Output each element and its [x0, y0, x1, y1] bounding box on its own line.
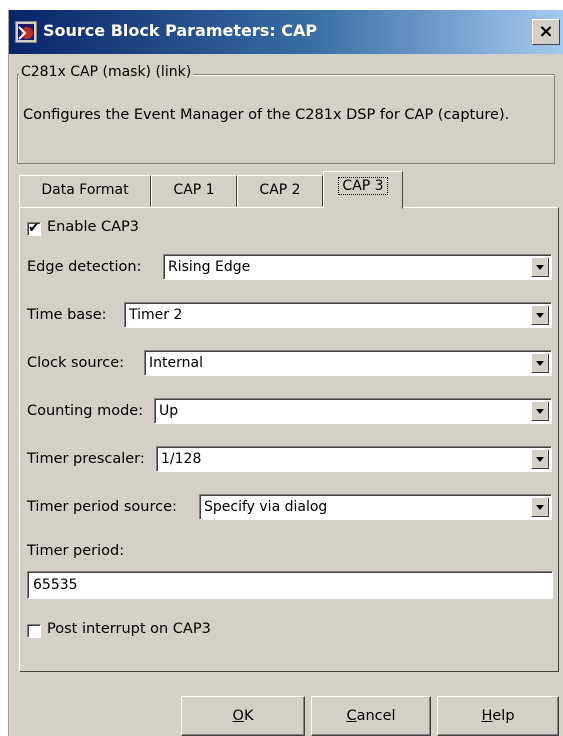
- enable-cap3-checkbox[interactable]: ✔: [27, 220, 41, 236]
- clock-source-label: Clock source:: [27, 355, 125, 371]
- tab-cap-1[interactable]: CAP 1: [151, 175, 237, 207]
- timer-prescaler-select[interactable]: 1/128: [156, 446, 552, 472]
- time-base-label: Time base:: [27, 307, 107, 323]
- clock-source-value: Internal: [149, 355, 203, 371]
- timer-period-value: 65535: [33, 577, 78, 593]
- edge-detection-label: Edge detection:: [27, 259, 142, 275]
- chevron-down-icon[interactable]: [531, 401, 549, 421]
- timer-period-label: Timer period:: [27, 543, 125, 559]
- help-label-rest: elp: [492, 708, 515, 724]
- chevron-down-icon[interactable]: [531, 449, 549, 469]
- clock-source-select[interactable]: Internal: [144, 350, 552, 376]
- checkmark-icon: ✔: [28, 220, 40, 236]
- mask-description: Configures the Event Manager of the C281…: [23, 107, 510, 123]
- timer-period-input[interactable]: 65535: [27, 571, 553, 599]
- ok-label-rest: K: [243, 708, 254, 724]
- chevron-down-icon[interactable]: [531, 305, 549, 325]
- tab-label: Data Format: [41, 182, 129, 198]
- tab-label: CAP 2: [259, 182, 301, 198]
- help-button[interactable]: Help: [437, 696, 559, 736]
- post-interrupt-label: Post interrupt on CAP3: [47, 621, 211, 637]
- cancel-label-rest: ancel: [356, 708, 396, 724]
- title-bar[interactable]: Source Block Parameters: CAP ×: [9, 10, 563, 54]
- time-base-value: Timer 2: [129, 307, 183, 323]
- timer-prescaler-label: Timer prescaler:: [27, 451, 145, 467]
- cancel-mnemonic: C: [346, 708, 357, 724]
- dialog-window: Source Block Parameters: CAP × C281x CAP…: [8, 10, 563, 736]
- enable-cap3-label: Enable CAP3: [47, 219, 140, 235]
- close-icon: ×: [538, 21, 554, 42]
- timer-prescaler-value: 1/128: [161, 451, 202, 467]
- chevron-down-icon[interactable]: [531, 497, 549, 517]
- post-interrupt-checkbox[interactable]: [27, 624, 41, 638]
- ok-mnemonic: O: [232, 708, 244, 724]
- chevron-down-icon[interactable]: [531, 257, 549, 277]
- timer-period-source-value: Specify via dialog: [204, 499, 328, 515]
- tab-data-format[interactable]: Data Format: [19, 175, 151, 207]
- help-mnemonic: H: [481, 708, 493, 724]
- cancel-button[interactable]: Cancel: [311, 696, 431, 736]
- time-base-select[interactable]: Timer 2: [124, 302, 552, 328]
- tab-cap-3[interactable]: CAP 3: [323, 171, 403, 209]
- timer-period-source-label: Timer period source:: [27, 499, 177, 515]
- tab-label: CAP 3: [338, 177, 388, 195]
- counting-mode-select[interactable]: Up: [154, 398, 552, 424]
- close-button[interactable]: ×: [532, 19, 560, 45]
- window-title: Source Block Parameters: CAP: [43, 21, 318, 40]
- counting-mode-value: Up: [159, 403, 179, 419]
- chevron-down-icon[interactable]: [531, 353, 549, 373]
- edge-detection-value: Rising Edge: [168, 259, 251, 275]
- simulink-block-icon: [15, 21, 37, 43]
- ok-button[interactable]: OK: [181, 696, 305, 736]
- tab-cap-2[interactable]: CAP 2: [237, 175, 323, 207]
- timer-period-source-select[interactable]: Specify via dialog: [199, 494, 552, 520]
- mask-group-legend: C281x CAP (mask) (link): [19, 64, 194, 80]
- tab-label: CAP 1: [173, 182, 215, 198]
- counting-mode-label: Counting mode:: [27, 403, 144, 419]
- edge-detection-select[interactable]: Rising Edge: [163, 254, 552, 280]
